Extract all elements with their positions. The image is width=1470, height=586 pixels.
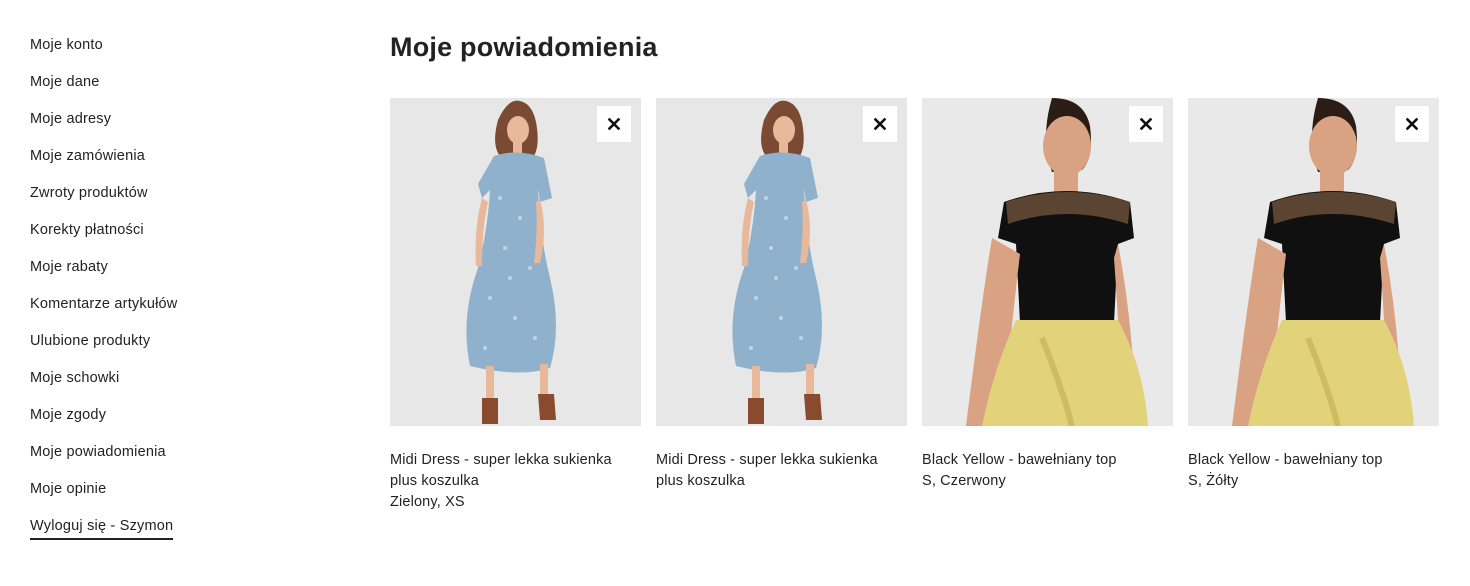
sidebar-item-lockers[interactable]: Moje schowki <box>30 369 330 406</box>
product-image[interactable] <box>1188 98 1439 426</box>
sidebar-item-payment-corrections[interactable]: Korekty płatności <box>30 221 330 258</box>
dress-photo <box>732 100 822 424</box>
sidebar-item-reviews[interactable]: Moje opinie <box>30 480 330 517</box>
sidebar-item-addresses[interactable]: Moje adresy <box>30 110 330 147</box>
account-sidebar: Moje konto Moje dane Moje adresy Moje za… <box>30 36 330 554</box>
product-name[interactable]: Black Yellow - bawełniany top <box>922 450 1173 471</box>
product-image[interactable] <box>922 98 1173 426</box>
product-image[interactable] <box>390 98 641 426</box>
product-name[interactable]: Midi Dress - super lekka sukienka plus k… <box>656 450 907 492</box>
page-title: Moje powiadomienia <box>390 32 658 62</box>
product-card: Black Yellow - bawełniany top S, Żółty <box>1188 98 1439 513</box>
close-icon <box>1140 118 1152 130</box>
remove-notification-button[interactable] <box>1129 106 1163 142</box>
sidebar-item-account[interactable]: Moje konto <box>30 36 330 73</box>
main-content: Moje powiadomienia Midi Dress - super le… <box>390 28 1450 510</box>
sidebar-item-details[interactable]: Moje dane <box>30 73 330 110</box>
dress-photo <box>466 100 556 424</box>
sidebar-item-orders[interactable]: Moje zamówienia <box>30 147 330 184</box>
product-variant: Zielony, XS <box>390 494 465 510</box>
sidebar-item-returns[interactable]: Zwroty produktów <box>30 184 330 221</box>
remove-notification-button[interactable] <box>597 106 631 142</box>
remove-notification-button[interactable] <box>863 106 897 142</box>
product-card: Black Yellow - bawełniany top S, Czerwon… <box>922 98 1173 513</box>
product-card: Midi Dress - super lekka sukienka plus k… <box>656 98 907 513</box>
top-photo <box>966 98 1148 426</box>
close-icon <box>608 118 620 130</box>
sidebar-item-notifications[interactable]: Moje powiadomienia <box>30 443 330 480</box>
sidebar-item-discounts[interactable]: Moje rabaty <box>30 258 330 295</box>
product-grid: Midi Dress - super lekka sukienka plus k… <box>390 98 1439 513</box>
close-icon <box>1406 118 1418 130</box>
product-name[interactable]: Black Yellow - bawełniany top <box>1188 450 1439 471</box>
product-card: Midi Dress - super lekka sukienka plus k… <box>390 98 641 513</box>
product-image[interactable] <box>656 98 907 426</box>
logout-link[interactable]: Wyloguj się - Szymon <box>30 517 330 554</box>
product-variant: S, Czerwony <box>922 473 1006 489</box>
sidebar-item-comments[interactable]: Komentarze artykułów <box>30 295 330 332</box>
sidebar-item-consents[interactable]: Moje zgody <box>30 406 330 443</box>
remove-notification-button[interactable] <box>1395 106 1429 142</box>
sidebar-item-favorites[interactable]: Ulubione produkty <box>30 332 330 369</box>
product-variant: S, Żółty <box>1188 473 1239 489</box>
product-name[interactable]: Midi Dress - super lekka sukienka plus k… <box>390 450 641 492</box>
close-icon <box>874 118 886 130</box>
top-photo <box>1232 98 1414 426</box>
